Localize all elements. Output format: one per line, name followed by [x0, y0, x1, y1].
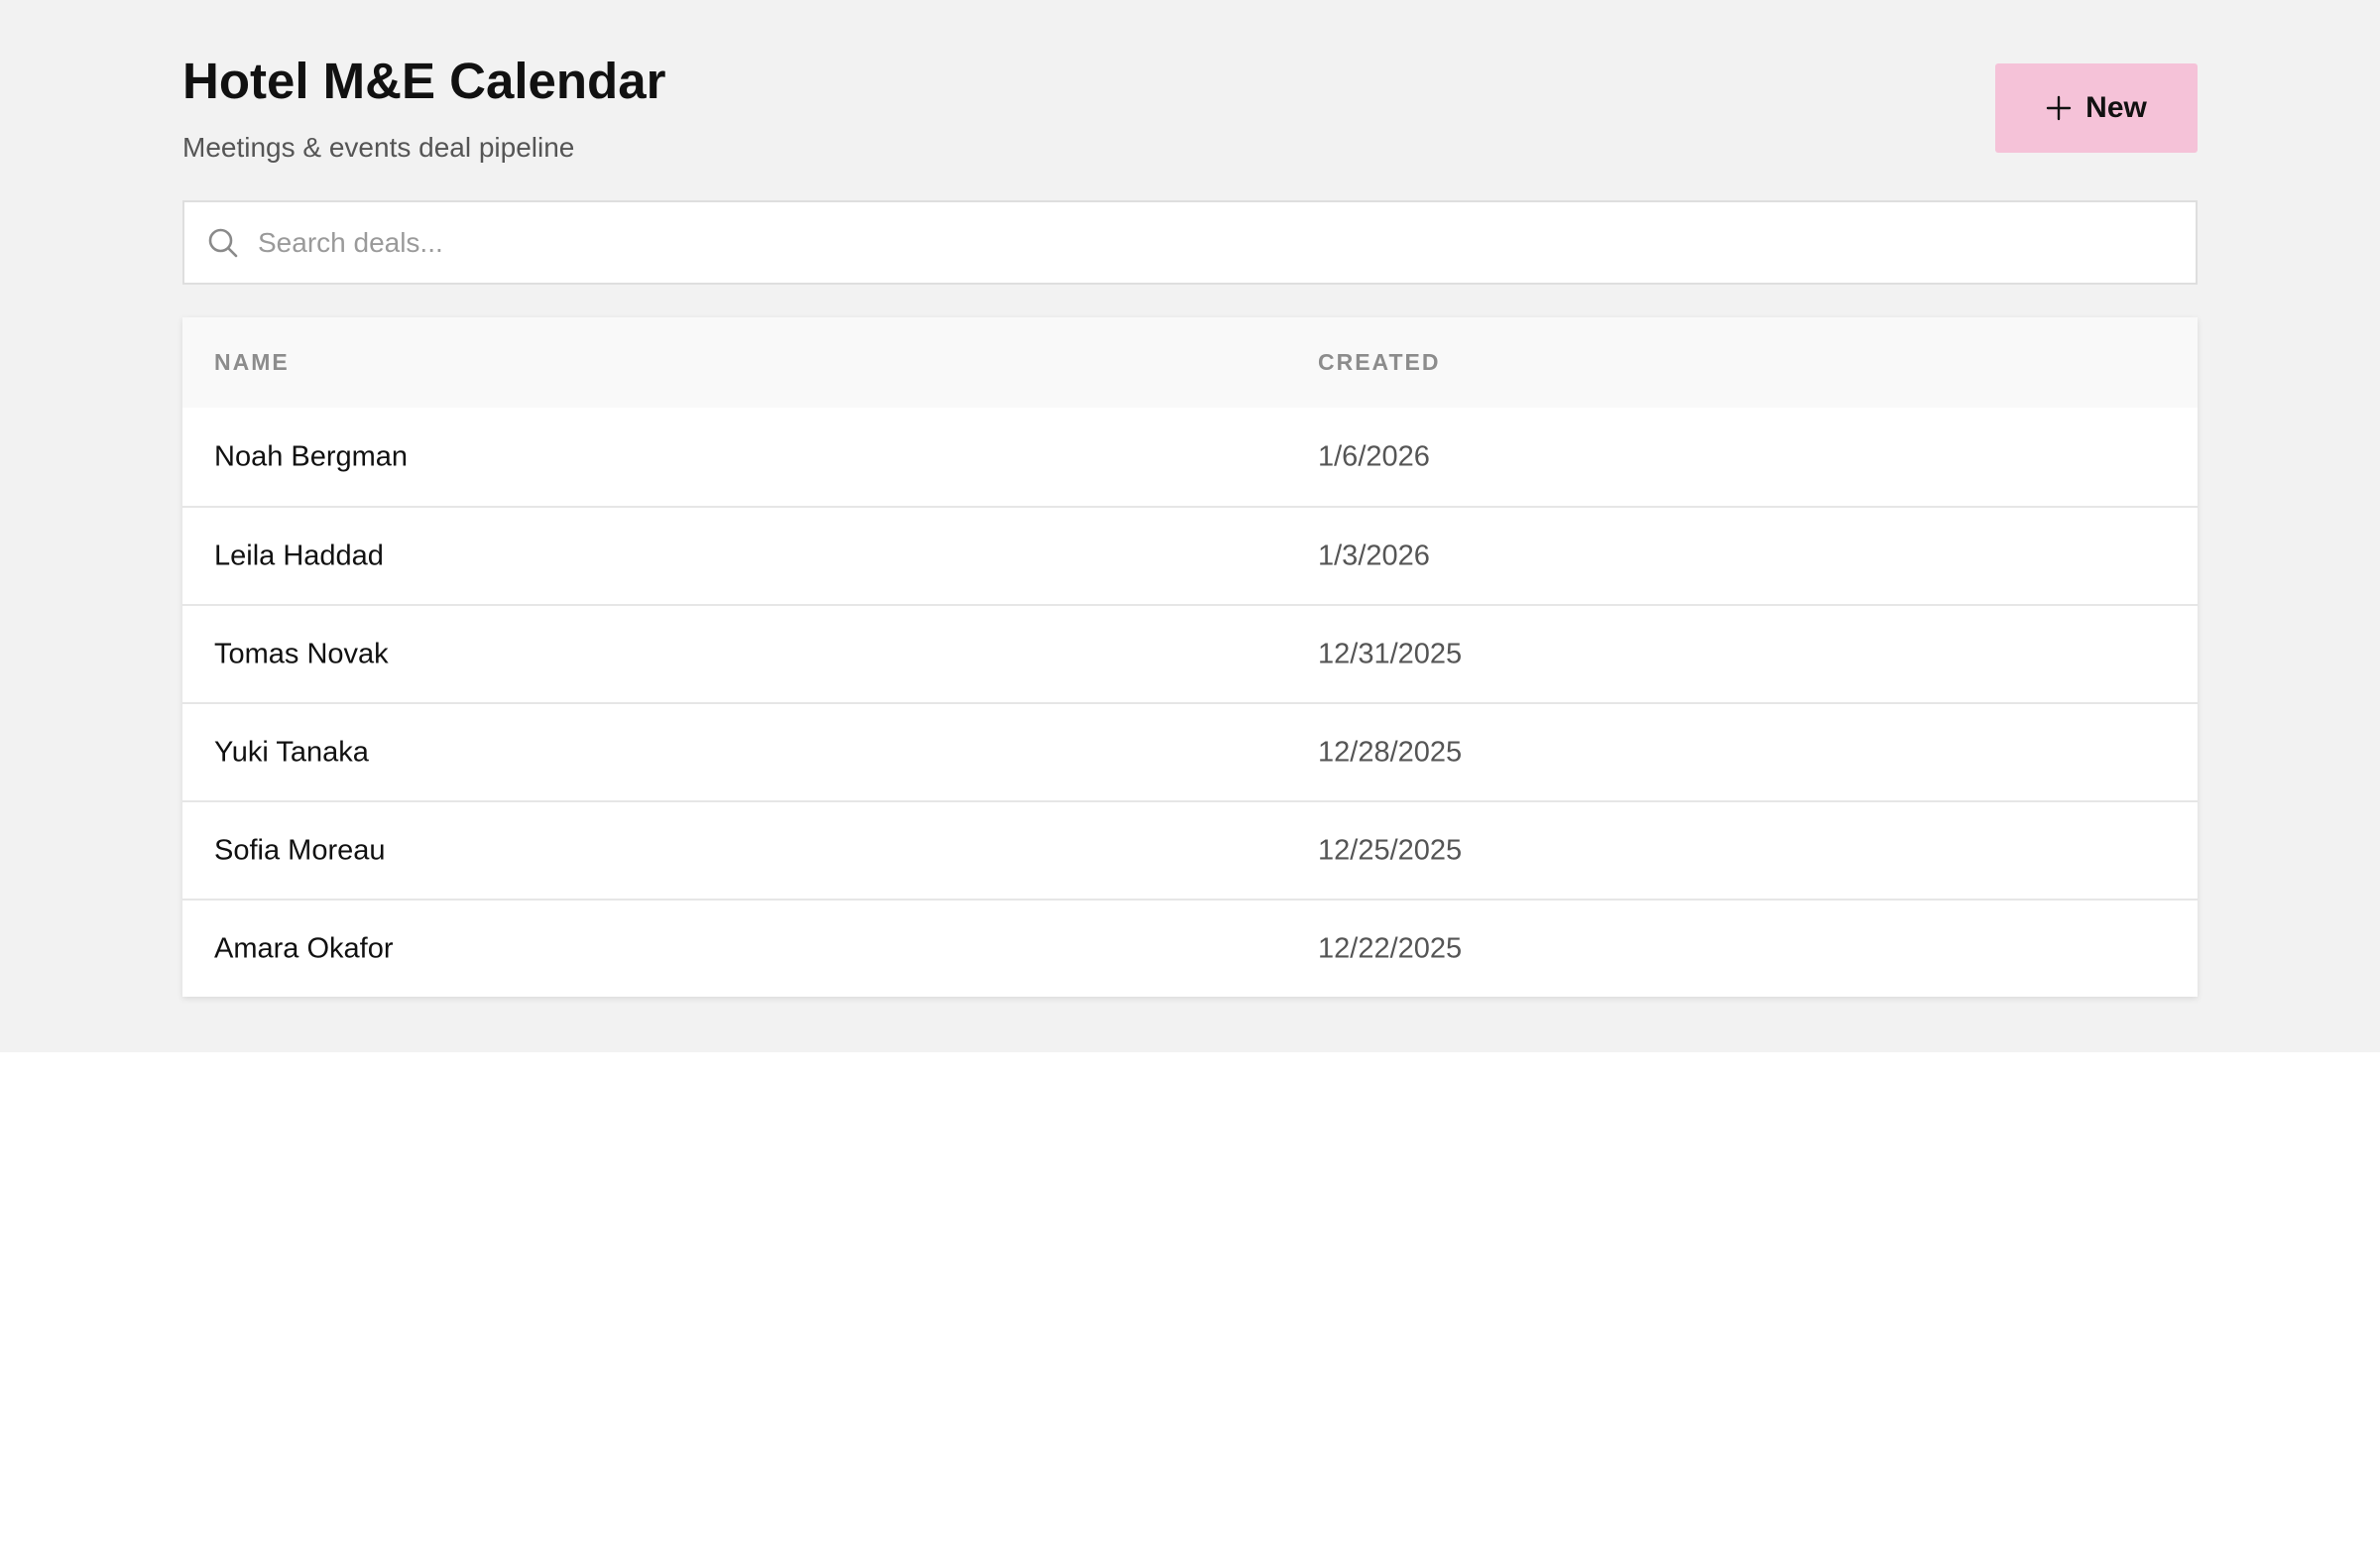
search-box[interactable]: [182, 200, 2198, 285]
page-title: Hotel M&E Calendar: [182, 53, 666, 109]
deals-table: NAME CREATED Noah Bergman 1/6/2026 Leila…: [182, 317, 2198, 997]
row-created-date: 1/6/2026: [1318, 440, 1430, 472]
row-name: Noah Bergman: [214, 440, 409, 472]
row-created-date: 12/28/2025: [1318, 736, 1463, 768]
search-icon: [208, 228, 238, 257]
new-button-label: New: [2085, 91, 2147, 124]
plus-icon: [2046, 95, 2072, 121]
row-created-date: 12/25/2025: [1318, 834, 1463, 866]
table-row[interactable]: Amara Okafor 12/22/2025: [182, 899, 2198, 997]
row-created-date: 12/31/2025: [1318, 638, 1463, 669]
new-button[interactable]: New: [1995, 63, 2198, 153]
table-row[interactable]: Yuki Tanaka 12/28/2025: [182, 702, 2198, 800]
row-created-date: 12/22/2025: [1318, 932, 1463, 964]
row-name: Tomas Novak: [214, 638, 389, 669]
table-row[interactable]: Leila Haddad 1/3/2026: [182, 506, 2198, 604]
search-input[interactable]: [258, 212, 2196, 273]
table-row[interactable]: Tomas Novak 12/31/2025: [182, 604, 2198, 702]
table-row[interactable]: Sofia Moreau 12/25/2025: [182, 800, 2198, 899]
row-name: Yuki Tanaka: [214, 736, 369, 768]
table-body: Noah Bergman 1/6/2026 Leila Haddad 1/3/2…: [182, 408, 2198, 997]
row-name: Sofia Moreau: [214, 834, 386, 866]
column-header-name[interactable]: NAME: [214, 349, 290, 376]
table-header: NAME CREATED: [182, 317, 2198, 408]
table-row[interactable]: Noah Bergman 1/6/2026: [182, 408, 2198, 506]
row-name: Leila Haddad: [214, 540, 384, 571]
page-subtitle: Meetings & events deal pipeline: [182, 132, 575, 163]
column-header-created[interactable]: CREATED: [1318, 349, 1440, 376]
row-created-date: 1/3/2026: [1318, 540, 1430, 571]
row-name: Amara Okafor: [214, 932, 394, 964]
